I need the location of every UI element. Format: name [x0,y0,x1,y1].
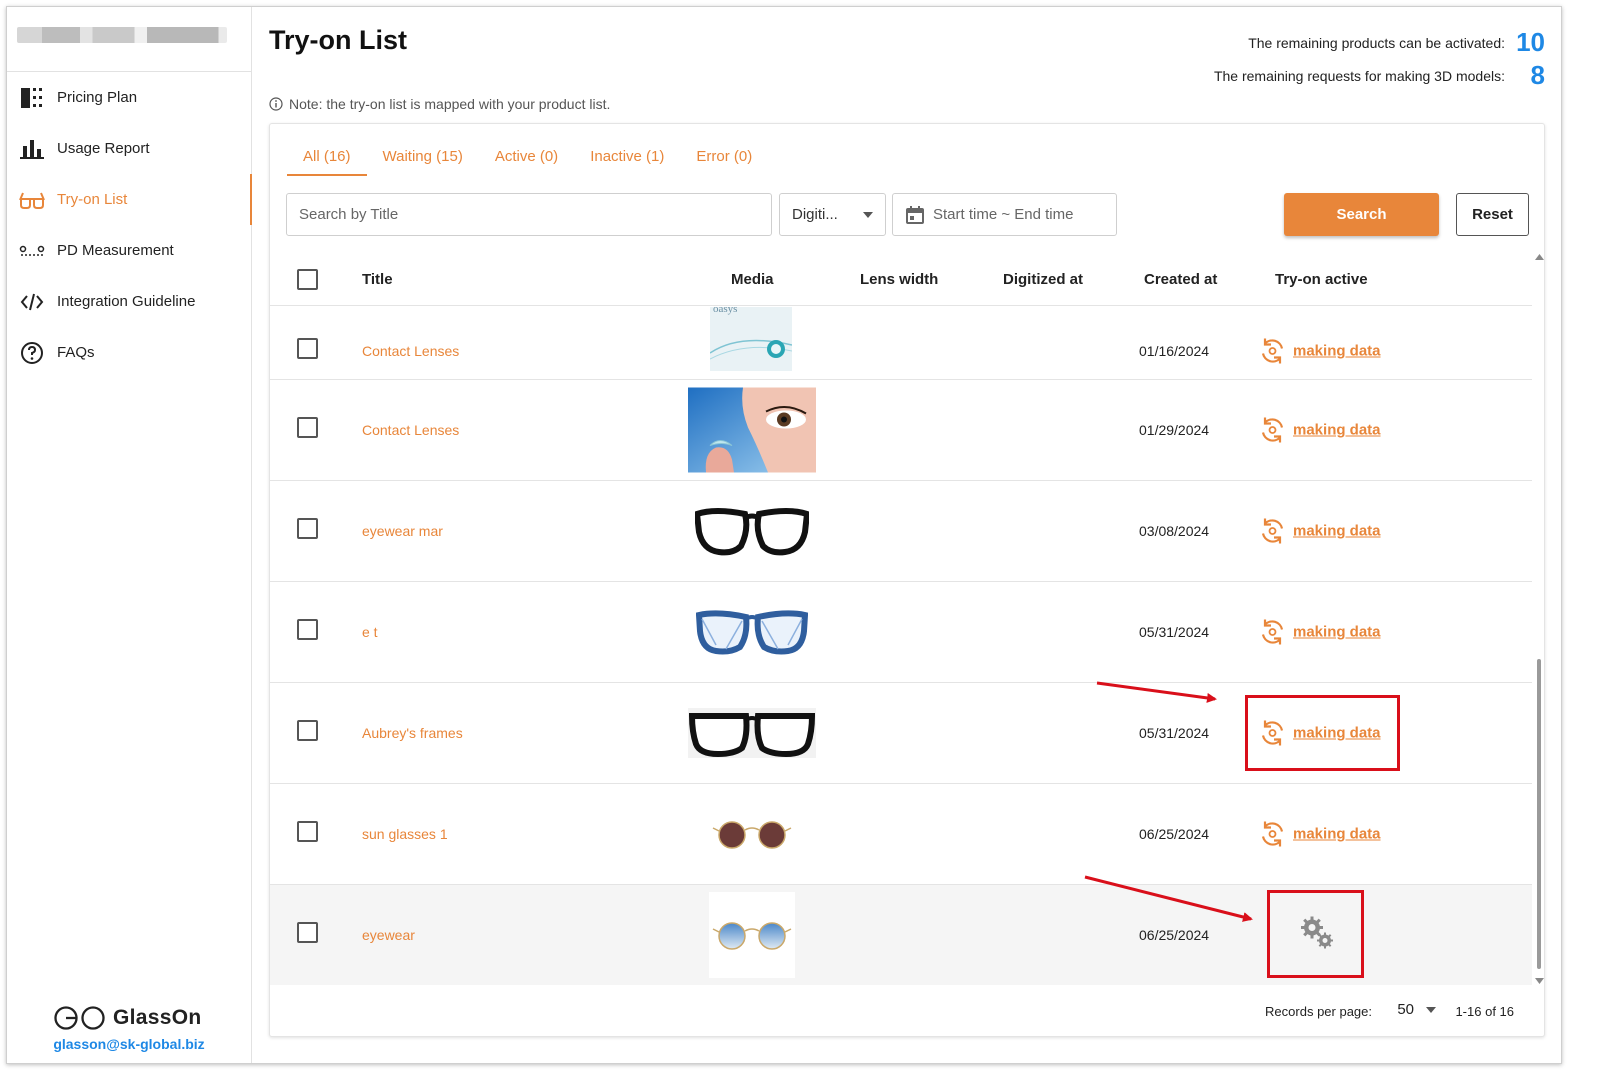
sidebar-item-try-on-list[interactable]: Try-on List [7,174,252,225]
glasson-logo: GlassOn [53,1005,201,1031]
sidebar-item-integration-guideline[interactable]: Integration Guideline [7,276,251,327]
support-email-link[interactable]: glasson@sk-global.biz [7,1036,251,1052]
sidebar: Pricing Plan Usage Report Try-on List PD… [7,7,252,1063]
pd-measure-icon [19,238,45,264]
code-icon [19,289,45,315]
annotation-arrows [1084,681,1253,922]
annotation-arrow-2 [1084,875,1253,922]
bar-chart-icon [19,136,45,162]
sidebar-item-faqs[interactable]: FAQs [7,327,251,378]
sidebar-item-pricing-plan[interactable]: Pricing Plan [7,72,251,123]
sidebar-item-label: PD Measurement [57,242,174,259]
sidebar-item-label: Try-on List [57,191,128,208]
question-icon [19,340,45,366]
main-content: Try-on List The remaining products can b… [253,7,1561,1063]
blurred-brand-name [17,27,227,43]
sidebar-item-label: Integration Guideline [57,293,196,310]
sidebar-item-usage-report[interactable]: Usage Report [7,123,251,174]
pricing-icon [19,85,45,111]
sidebar-item-label: Pricing Plan [57,89,138,106]
glasses-logo-icon [54,1006,105,1030]
annotation-arrow-1 [1096,681,1217,703]
sidebar-item-pd-measurement[interactable]: PD Measurement [7,225,251,276]
app-window: Pricing Plan Usage Report Try-on List PD… [6,6,1562,1064]
glasses-icon [19,187,45,213]
sidebar-item-label: FAQs [57,344,95,361]
sidebar-nav: Pricing Plan Usage Report Try-on List PD… [7,72,252,378]
logo-text: GlassOn [113,1006,202,1029]
sidebar-item-label: Usage Report [57,140,150,157]
